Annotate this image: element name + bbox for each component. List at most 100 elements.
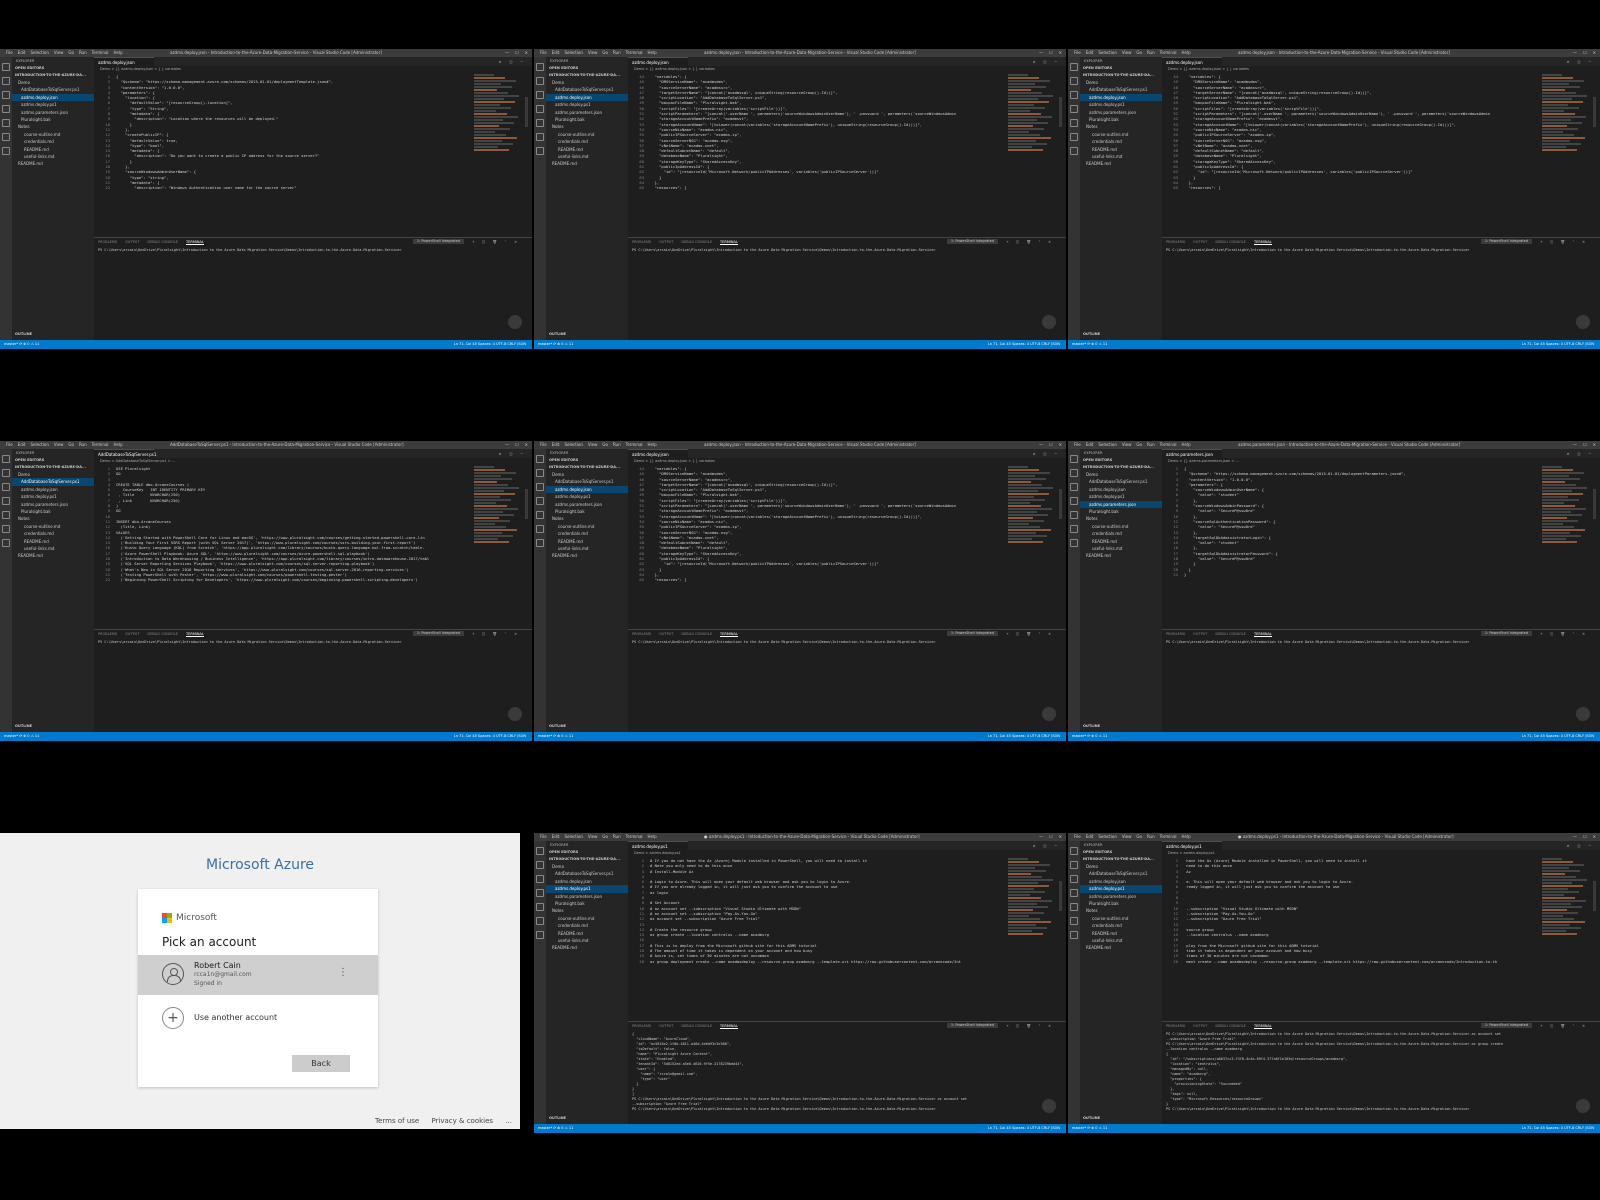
- menu-run[interactable]: Run: [613, 442, 621, 447]
- more-options-icon[interactable]: ⋮: [338, 967, 348, 978]
- tree-item-ps1[interactable]: azdms.deploy.ps1: [1080, 885, 1162, 893]
- menu-run[interactable]: Run: [613, 50, 621, 55]
- remote-icon[interactable]: [536, 133, 544, 141]
- search-icon[interactable]: [1070, 469, 1078, 477]
- menu-edit[interactable]: Edit: [1086, 834, 1094, 839]
- explorer-icon[interactable]: [1070, 847, 1078, 855]
- code-editor[interactable]: 1{2 "$schema": "https://schema.managemen…: [1162, 466, 1542, 626]
- terminal-output[interactable]: PS C:\Users\arcain\OneDrive\Pluralsight\…: [1162, 246, 1600, 255]
- tree-item-credentials[interactable]: credentials.md: [12, 138, 94, 145]
- menu-go[interactable]: Go: [1136, 50, 1142, 55]
- menu-run[interactable]: Run: [1147, 50, 1155, 55]
- tree-item-pluralsight[interactable]: Pluralsight.bak: [12, 508, 94, 515]
- remote-icon[interactable]: [1070, 525, 1078, 533]
- tree-item-notes[interactable]: Notes: [12, 515, 94, 522]
- menu-run[interactable]: Run: [79, 50, 87, 55]
- menu-view[interactable]: View: [54, 50, 64, 55]
- tree-item-pluralsight[interactable]: Pluralsight.bak: [1080, 900, 1162, 907]
- maximize-icon[interactable]: ☐: [1583, 50, 1587, 55]
- close-icon[interactable]: ✕: [1593, 50, 1596, 55]
- menu-edit[interactable]: Edit: [18, 442, 26, 447]
- code-editor[interactable]: 1 USE Pluralsight 2 GO 3 4 CREATE TABLE dbo.Ar…: [94, 466, 474, 626]
- tree-item-readme_root[interactable]: README.md: [546, 944, 628, 951]
- editor-tab-active[interactable]: azdms.deploy.ps1: [628, 841, 688, 850]
- menu-edit[interactable]: Edit: [552, 50, 560, 55]
- tree-item-demo[interactable]: Demo: [12, 79, 94, 86]
- run-icon[interactable]: [536, 497, 544, 505]
- project-section[interactable]: INTRODUCTION-TO-THE-AZURE-DA...: [546, 464, 628, 471]
- editor-tab-active[interactable]: azdms.deploy.json: [1162, 57, 1222, 66]
- close-icon[interactable]: ✕: [1059, 834, 1062, 839]
- minimap[interactable]: [474, 74, 520, 154]
- menu-selection[interactable]: Selection: [30, 50, 48, 55]
- status-left[interactable]: master* ⟳ ⊗ 0 ⚠ 11: [1072, 732, 1107, 741]
- status-left[interactable]: master* ⟳ ⊗ 0 ⚠ 11: [4, 340, 39, 349]
- floating-action-icon[interactable]: [1576, 315, 1590, 329]
- minimize-icon[interactable]: —: [505, 442, 509, 447]
- panel-tab-problems[interactable]: PROBLEMS: [632, 632, 651, 636]
- status-right[interactable]: Ln 71, Col 45 Spaces: 4 UTF-8 CRLF JSON: [1522, 340, 1594, 349]
- panel-tab-output[interactable]: OUTPUT: [659, 632, 673, 636]
- tree-item-ps1[interactable]: azdms.deploy.ps1: [12, 101, 94, 108]
- maximize-icon[interactable]: ☐: [515, 442, 519, 447]
- editor-tab-active[interactable]: azdms.deploy.json: [94, 57, 154, 66]
- menu-edit[interactable]: Edit: [552, 834, 560, 839]
- run-icon[interactable]: [536, 889, 544, 897]
- status-right[interactable]: Ln 71, Col 45 Spaces: 4 UTF-8 CRLF JSON: [1522, 1124, 1594, 1133]
- menu-go[interactable]: Go: [602, 834, 608, 839]
- panel-tab-output[interactable]: OUTPUT: [1193, 240, 1207, 244]
- menu-view[interactable]: View: [1122, 442, 1132, 447]
- terminal-select[interactable]: 1: PowerShell Integrated: [412, 239, 464, 244]
- panel-tab-debug-console[interactable]: DEBUG CONSOLE: [1215, 1024, 1246, 1028]
- menu-selection[interactable]: Selection: [1098, 50, 1116, 55]
- panel-tab-terminal[interactable]: TERMINAL: [720, 1024, 738, 1029]
- outline-section[interactable]: OUTLINE: [1083, 1116, 1100, 1120]
- tree-item-readme_root[interactable]: README.md: [12, 552, 94, 559]
- outline-section[interactable]: OUTLINE: [549, 1116, 566, 1120]
- remote-icon[interactable]: [536, 917, 544, 925]
- project-section[interactable]: INTRODUCTION-TO-THE-AZURE-DA...: [1080, 464, 1162, 471]
- terminal-output[interactable]: PS C:\Users\arcain\OneDrive\Pluralsight\…: [94, 246, 532, 255]
- panel-tab-terminal[interactable]: TERMINAL: [1254, 240, 1272, 245]
- menu-edit[interactable]: Edit: [18, 50, 26, 55]
- source-control-icon[interactable]: [2, 483, 10, 491]
- terminal-output[interactable]: PS C:\Users\arcain\OneDrive\Pluralsight\…: [94, 638, 532, 647]
- terminal-select[interactable]: 1: PowerShell Integrated: [1480, 239, 1532, 244]
- tree-item-deploy[interactable]: azdms.deploy.json: [546, 485, 628, 494]
- tree-item-useful[interactable]: useful-links.md: [1080, 153, 1162, 160]
- editor-tab-active[interactable]: azdms.deploy.json: [628, 449, 688, 458]
- source-control-icon[interactable]: [536, 875, 544, 883]
- panel-tab-debug-console[interactable]: DEBUG CONSOLE: [1215, 632, 1246, 636]
- tree-item-readme_notes[interactable]: README.md: [1080, 146, 1162, 153]
- remote-icon[interactable]: [536, 525, 544, 533]
- extensions-icon[interactable]: [536, 903, 544, 911]
- extensions-icon[interactable]: [1070, 119, 1078, 127]
- open-editors-section[interactable]: OPEN EDITORS: [1080, 457, 1162, 464]
- terminal-output[interactable]: { "cloudName": "AzureCloud", "id": "ac58…: [628, 1030, 1066, 1114]
- maximize-icon[interactable]: ☐: [1049, 834, 1053, 839]
- tree-item-notes[interactable]: Notes: [546, 907, 628, 914]
- menu-go[interactable]: Go: [1136, 442, 1142, 447]
- minimize-icon[interactable]: —: [1573, 834, 1577, 839]
- search-icon[interactable]: [536, 469, 544, 477]
- menu-terminal[interactable]: Terminal: [1160, 50, 1177, 55]
- maximize-icon[interactable]: ☐: [1049, 442, 1053, 447]
- tree-item-notes[interactable]: Notes: [1080, 907, 1162, 914]
- tree-item-ps1[interactable]: azdms.deploy.ps1: [1080, 493, 1162, 500]
- code-editor[interactable]: 44 "variables": {45 "DMSServiceName": "a…: [628, 74, 1008, 234]
- tree-item-useful[interactable]: useful-links.md: [546, 937, 628, 944]
- menu-edit[interactable]: Edit: [1086, 50, 1094, 55]
- panel-tab-problems[interactable]: PROBLEMS: [98, 632, 117, 636]
- menu-help[interactable]: Help: [648, 50, 657, 55]
- account-tile-robert-cain[interactable]: Robert Cain rcca1n@gmail.com Signed in ⋮: [138, 955, 378, 995]
- open-editors-section[interactable]: OPEN EDITORS: [546, 65, 628, 72]
- menu-go[interactable]: Go: [602, 442, 608, 447]
- search-icon[interactable]: [2, 77, 10, 85]
- panel-tab-output[interactable]: OUTPUT: [659, 240, 673, 244]
- maximize-icon[interactable]: ☐: [1583, 834, 1587, 839]
- extensions-icon[interactable]: [536, 511, 544, 519]
- panel-tab-debug-console[interactable]: DEBUG CONSOLE: [147, 632, 178, 636]
- menu-run[interactable]: Run: [613, 834, 621, 839]
- search-icon[interactable]: [1070, 77, 1078, 85]
- menu-view[interactable]: View: [1122, 834, 1132, 839]
